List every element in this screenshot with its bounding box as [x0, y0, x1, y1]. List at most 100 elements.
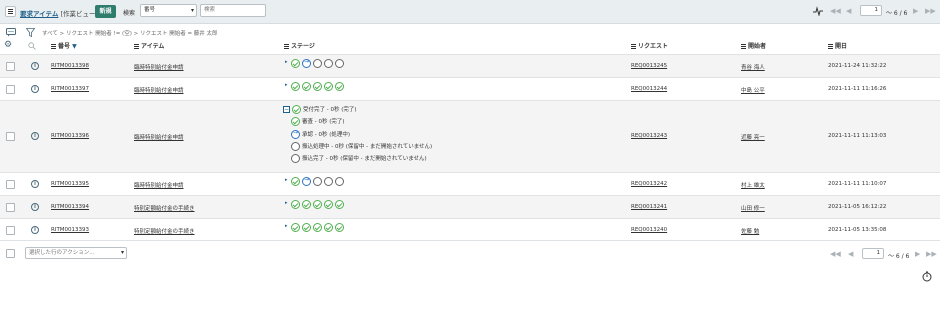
stopwatch-icon[interactable] — [922, 271, 932, 284]
opened-date: 2021-11-05 16:12:22 — [828, 204, 887, 210]
column-label: アイテム — [141, 43, 165, 50]
info-icon[interactable]: i — [31, 132, 39, 140]
opened-by-link[interactable]: 村上 雄太 — [741, 181, 765, 189]
action-select[interactable]: 選択した行のアクション... ▾ — [25, 247, 127, 259]
row-checkbox[interactable] — [6, 62, 15, 71]
search-field-value: 番号 — [144, 7, 156, 13]
column-menu-icon[interactable] — [51, 44, 56, 49]
action-select-value: 選択した行のアクション... — [29, 250, 95, 256]
prev-page-icon[interactable]: ◀ — [848, 250, 853, 258]
column-label: リクエスト — [638, 43, 669, 50]
search-field-select[interactable]: 番号 ▾ — [140, 4, 197, 17]
item-link[interactable]: 特別定額給付金の手続き — [134, 204, 195, 212]
row-checkbox[interactable] — [6, 226, 15, 235]
search-icon[interactable] — [28, 42, 36, 52]
column-menu-icon[interactable] — [134, 44, 139, 49]
hamburger-icon[interactable] — [5, 6, 16, 17]
column-label: 開始者 — [748, 43, 767, 50]
request-link[interactable]: REQ0013243 — [631, 133, 667, 139]
gear-icon[interactable]: ⚙ — [4, 40, 12, 50]
table-row[interactable]: i RITM0013395 臨時特別給付金申請 ▸ REQ0013242 村上 … — [0, 172, 940, 195]
next-page-icon[interactable]: ▶ — [913, 7, 918, 15]
info-icon[interactable]: i — [31, 226, 39, 234]
prev-page-icon[interactable]: ◀ — [846, 7, 851, 15]
opened-date: 2021-11-11 11:16:26 — [828, 86, 887, 92]
column-header-request[interactable]: リクエスト — [631, 41, 668, 53]
page-input[interactable]: 1 — [860, 5, 882, 16]
column-label: 開日 — [835, 43, 848, 50]
page-input[interactable]: 1 — [862, 248, 884, 259]
request-link[interactable]: REQ0013244 — [631, 86, 667, 92]
item-link[interactable]: 臨時特別給付金申請 — [134, 181, 184, 189]
activity-icon[interactable] — [813, 6, 823, 17]
row-checkbox[interactable] — [6, 85, 15, 94]
stage-label: 審査 - 0秒 (完了) — [302, 119, 345, 126]
next-page-icon[interactable]: ▶ — [915, 250, 920, 258]
number-link[interactable]: RITM0013394 — [51, 204, 89, 210]
opened-by-link[interactable]: 中島 公平 — [741, 86, 765, 94]
new-button[interactable]: 新規 — [95, 5, 116, 18]
request-link[interactable]: REQ0013241 — [631, 204, 667, 210]
column-menu-icon[interactable] — [631, 44, 636, 49]
chevron-down-icon: ▾ — [120, 249, 124, 256]
request-link[interactable]: REQ0013242 — [631, 181, 667, 187]
info-icon[interactable]: i — [31, 85, 39, 93]
stage-indicator[interactable]: ▸ — [285, 223, 346, 233]
table-row[interactable]: i RITM0013398 臨時特別給付金申請 ▸ REQ0013245 青谷 … — [0, 54, 940, 77]
funnel-icon[interactable] — [25, 28, 36, 39]
activity-stream-icon[interactable] — [6, 28, 16, 39]
request-link[interactable]: REQ0013240 — [631, 227, 667, 233]
item-link[interactable]: 臨時特別給付金申請 — [134, 63, 184, 71]
table-row[interactable]: i RITM0013396 臨時特別給付金申請 − 受付完了 - 0秒 (完了)… — [0, 100, 940, 172]
item-link[interactable]: 臨時特別給付金申請 — [134, 133, 184, 141]
stage-done-icon — [313, 82, 322, 91]
stage-prog-icon — [302, 176, 311, 186]
column-menu-icon[interactable] — [828, 44, 833, 49]
stage-prog-icon — [302, 58, 311, 68]
last-page-icon[interactable]: ▶▶ — [926, 250, 937, 258]
stage-indicator[interactable]: ▸ — [285, 176, 346, 187]
search-input[interactable]: 検索 — [200, 4, 266, 17]
info-icon[interactable]: i — [31, 180, 39, 188]
row-checkbox[interactable] — [6, 203, 15, 212]
first-page-icon[interactable]: ◀◀ — [830, 250, 841, 258]
column-menu-icon[interactable] — [741, 44, 746, 49]
row-checkbox[interactable] — [6, 132, 15, 141]
number-link[interactable]: RITM0013396 — [51, 133, 89, 139]
opened-by-link[interactable]: 佐藤 勉 — [741, 227, 759, 235]
last-page-icon[interactable]: ▶▶ — [925, 7, 936, 15]
number-link[interactable]: RITM0013398 — [51, 63, 89, 69]
first-page-icon[interactable]: ◀◀ — [830, 7, 841, 15]
number-link[interactable]: RITM0013393 — [51, 227, 89, 233]
item-link[interactable]: 特別定額給付金の手続き — [134, 227, 195, 235]
list-title-link[interactable]: 要求アイテム — [20, 10, 58, 18]
table-row[interactable]: i RITM0013394 特別定額給付金の手続き ▸ REQ0013241 山… — [0, 195, 940, 218]
stage-todo-icon — [291, 154, 300, 164]
column-header-item[interactable]: アイテム — [134, 41, 164, 53]
request-link[interactable]: REQ0013245 — [631, 63, 667, 69]
stage-indicator[interactable]: ▸ — [285, 58, 346, 69]
table-row[interactable]: i RITM0013393 特別定額給付金の手続き ▸ REQ0013240 佐… — [0, 218, 940, 241]
row-checkbox[interactable] — [6, 180, 15, 189]
opened-by-link[interactable]: 近藤 亮一 — [741, 133, 765, 141]
stage-indicator[interactable]: ▸ — [285, 82, 346, 92]
item-link[interactable]: 臨時特別給付金申請 — [134, 86, 184, 94]
info-icon[interactable]: i — [31, 62, 39, 70]
column-header-stage[interactable]: ステージ — [284, 41, 315, 53]
info-icon[interactable]: i — [31, 203, 39, 211]
column-header-opened-by[interactable]: 開始者 — [741, 41, 766, 53]
number-link[interactable]: RITM0013395 — [51, 181, 89, 187]
breadcrumb[interactable]: すべて > リクエスト 開始者 != (空) > リクエスト 開始者 = 藤井 … — [42, 29, 218, 37]
column-header-opened[interactable]: 開日 — [828, 41, 847, 53]
opened-by-link[interactable]: 山田 修一 — [741, 204, 765, 212]
opened-by-link[interactable]: 青谷 海人 — [741, 63, 765, 71]
column-menu-icon[interactable] — [284, 44, 289, 49]
stage-indicator[interactable]: ▸ — [285, 200, 346, 210]
column-header-number[interactable]: 番号 ▼ — [51, 41, 77, 53]
list-title-view: [作業ビュー] — [60, 10, 99, 18]
select-all-checkbox[interactable] — [6, 249, 15, 258]
collapse-icon[interactable]: − — [283, 106, 290, 113]
number-link[interactable]: RITM0013397 — [51, 86, 89, 92]
table-row[interactable]: i RITM0013397 臨時特別給付金申請 ▸ REQ0013244 中島 … — [0, 77, 940, 100]
opened-date: 2021-11-11 11:13:03 — [828, 133, 887, 139]
